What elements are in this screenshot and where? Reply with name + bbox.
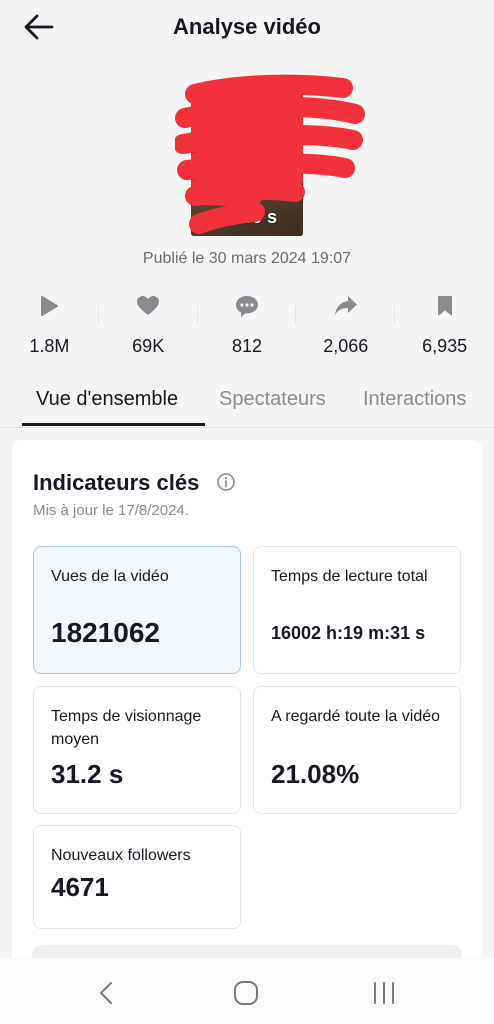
stat-value: 69K <box>132 336 165 356</box>
tab-viewers[interactable]: Spectateurs <box>219 388 326 411</box>
metric-label: Temps de visionnage moyen <box>51 708 202 748</box>
system-home-icon[interactable] <box>231 978 261 1008</box>
system-recents-icon[interactable] <box>369 978 399 1008</box>
metric-total-watch-time[interactable]: Temps de lecture total 16002 h:19 m:31 s <box>253 546 461 674</box>
metric-video-views[interactable]: Vues de la vidéo 1821062 <box>33 546 241 674</box>
redaction-scribble-outer <box>175 74 365 234</box>
metric-value: 1821062 <box>51 617 161 648</box>
play-icon <box>41 296 59 316</box>
tab-interactions[interactable]: Interactions <box>363 388 466 411</box>
metric-label: Nouveaux followers <box>51 847 191 864</box>
metric-value: 4671 <box>51 872 109 902</box>
stat-saves: 6,935 <box>395 290 494 360</box>
metric-full-video-watched[interactable]: A regardé toute la vidéo 21.08% <box>253 686 461 814</box>
metric-value: 31.2 s <box>51 759 124 789</box>
stat-value: 6,935 <box>422 336 468 356</box>
bookmark-icon <box>437 296 452 316</box>
info-icon[interactable] <box>216 472 236 492</box>
tab-overview[interactable]: Vue d'ensemble <box>36 388 178 411</box>
heart-icon <box>137 296 160 315</box>
stat-comments: 812 <box>198 290 297 360</box>
share-icon <box>334 296 357 315</box>
system-back-icon[interactable] <box>92 978 122 1008</box>
comment-icon <box>235 296 258 317</box>
metric-label: A regardé toute la vidéo <box>271 708 441 725</box>
stat-shares: 2,066 <box>296 290 396 360</box>
stats-row: 1.8M 69K 812 2,066 6,935 <box>0 290 494 360</box>
metric-label: Vues de la vidéo <box>51 568 169 585</box>
stat-likes: 69K <box>99 290 198 360</box>
stat-views: 1.8M <box>0 290 99 360</box>
metric-average-watch-time[interactable]: Temps de visionnage moyen 31.2 s <box>33 686 241 814</box>
stat-value: 1.8M <box>29 336 70 356</box>
publish-date: Publié le 30 mars 2024 19:07 <box>142 250 352 267</box>
updated-date: Mis à jour le 17/8/2024. <box>33 502 189 519</box>
active-tab-indicator <box>22 423 205 426</box>
metric-value: 21.08% <box>271 759 360 789</box>
card-title: Indicateurs clés <box>33 470 200 495</box>
stat-value: 2,066 <box>323 336 369 356</box>
stat-value: 812 <box>231 336 263 356</box>
metric-value: 16002 h:19 m:31 s <box>271 623 426 643</box>
metric-label: Temps de lecture total <box>271 568 428 585</box>
system-nav-bar <box>0 958 494 1024</box>
header: Analyse vidéo <box>0 0 494 56</box>
metric-new-followers[interactable]: Nouveaux followers 4671 <box>33 825 241 929</box>
key-metrics-card: Indicateurs clés Mis à jour le 17/8/2024… <box>12 440 482 1000</box>
page-title: Analyse vidéo <box>173 14 321 39</box>
tab-bar: Vue d'ensemble Spectateurs Interactions <box>0 378 494 428</box>
